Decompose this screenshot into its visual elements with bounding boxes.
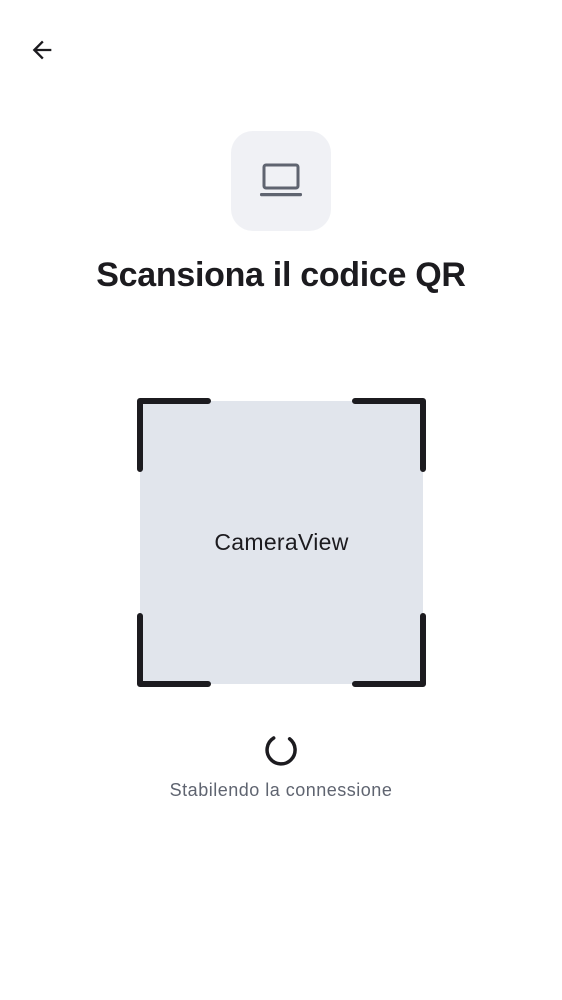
frame-corner-top-left xyxy=(137,398,211,472)
device-badge xyxy=(231,131,331,231)
connection-status-text: Stabilendo la connessione xyxy=(169,780,393,800)
arrow-left-icon xyxy=(32,40,52,60)
back-button[interactable] xyxy=(20,28,64,72)
scanner-frame xyxy=(137,398,426,687)
frame-corner-bottom-right xyxy=(352,613,426,687)
page-title: Scansiona il codice QR xyxy=(96,256,466,294)
frame-corner-bottom-left xyxy=(137,613,211,687)
loading-spinner-icon xyxy=(265,736,297,766)
laptop-icon xyxy=(260,163,302,197)
frame-corner-top-right xyxy=(352,398,426,472)
qr-scanner: CameraView xyxy=(137,398,426,687)
